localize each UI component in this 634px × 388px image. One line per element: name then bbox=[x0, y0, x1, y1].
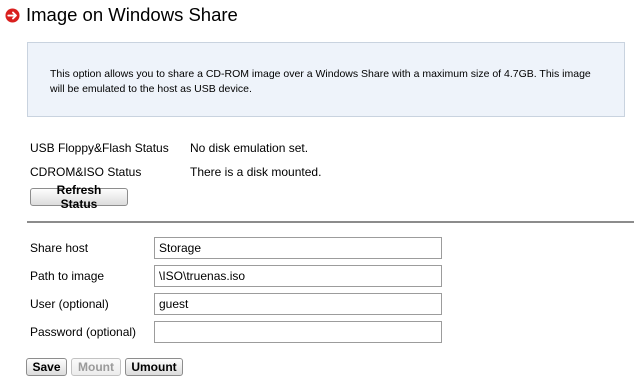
usb-status-label: USB Floppy&Flash Status bbox=[30, 141, 169, 155]
info-text: This option allows you to share a CD-ROM… bbox=[50, 68, 591, 95]
path-label: Path to image bbox=[30, 269, 105, 283]
divider bbox=[27, 221, 634, 223]
status-row-cdrom: CDROM&ISO Status There is a disk mounted. bbox=[30, 165, 321, 179]
arrow-right-circle-icon bbox=[5, 7, 20, 23]
user-label: User (optional) bbox=[30, 297, 109, 311]
cdrom-status-label: CDROM&ISO Status bbox=[30, 165, 142, 179]
page-header: Image on Windows Share bbox=[5, 4, 238, 26]
share-host-row: Share host bbox=[30, 237, 450, 259]
password-row: Password (optional) bbox=[30, 321, 450, 343]
password-input[interactable] bbox=[154, 321, 442, 343]
refresh-status-button[interactable]: Refresh Status bbox=[30, 183, 128, 211]
path-row: Path to image bbox=[30, 265, 450, 287]
info-box: This option allows you to share a CD-ROM… bbox=[27, 42, 625, 117]
password-label: Password (optional) bbox=[30, 325, 137, 339]
share-host-label: Share host bbox=[30, 241, 89, 255]
user-input[interactable] bbox=[154, 293, 442, 315]
mount-button[interactable]: Mount bbox=[71, 358, 121, 376]
path-input[interactable] bbox=[154, 265, 442, 287]
usb-status-value: No disk emulation set. bbox=[190, 141, 309, 155]
status-row-usb: USB Floppy&Flash Status No disk emulation… bbox=[30, 141, 308, 155]
page-title: Image on Windows Share bbox=[26, 4, 238, 25]
user-row: User (optional) bbox=[30, 293, 450, 315]
cdrom-status-value: There is a disk mounted. bbox=[190, 165, 322, 179]
share-host-input[interactable] bbox=[154, 237, 442, 259]
umount-button[interactable]: Umount bbox=[125, 358, 183, 376]
save-button[interactable]: Save bbox=[26, 358, 67, 376]
